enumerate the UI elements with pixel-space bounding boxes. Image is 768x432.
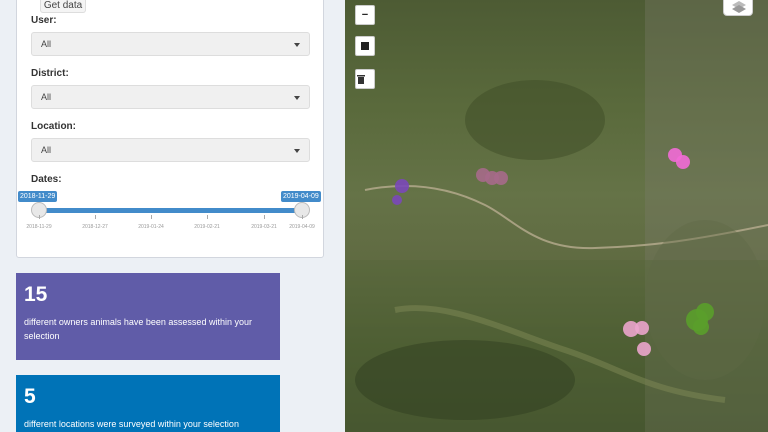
zoom-out-button[interactable]: − [355,5,375,25]
user-label: User: [31,15,57,26]
dashboard: Get data User: All District: All Locatio… [0,0,768,432]
map-marker[interactable] [676,155,690,169]
slider-tick-label: 2019-03-21 [251,224,277,230]
chevron-down-icon [294,96,300,100]
slider-tick-label: 2018-11-29 [26,224,52,230]
owners-count: 15 [24,283,48,306]
map-marker[interactable] [637,342,651,356]
slider-tick [264,215,265,219]
slider-tick-label: 2019-04-09 [289,224,315,230]
slider-tick [302,215,303,219]
zoom-out-icon: − [361,9,369,21]
map-marker[interactable] [494,171,508,185]
slider-from-label: 2018-11-29 [18,191,58,202]
owners-value-box: 15 different owners animals have been as… [16,273,280,360]
slider-tick-label: 2019-02-21 [194,224,220,230]
map-marker[interactable] [693,319,709,335]
map-imagery [345,0,768,432]
slider-to-label: 2019-04-09 [281,191,321,202]
delete-button[interactable] [355,69,375,89]
slider-tick [207,215,208,219]
map-marker[interactable] [696,303,714,321]
map-marker[interactable] [392,195,402,205]
map-marker[interactable] [395,179,409,193]
locations-value-box: 5 different locations were surveyed with… [16,375,280,432]
date-slider-track[interactable] [38,208,302,213]
dates-label: Dates: [31,174,62,185]
location-select[interactable]: All [31,138,310,162]
slider-tick-label: 2018-12-27 [82,224,108,230]
slider-tick-label: 2019-01-24 [138,224,164,230]
chevron-down-icon [294,43,300,47]
owners-description: different owners animals have been asses… [24,317,252,341]
chevron-down-icon [294,149,300,153]
slider-tick [39,215,40,219]
satellite-map[interactable]: − [345,0,768,432]
get-data-button[interactable]: Get data [40,0,86,13]
locations-description: different locations were surveyed within… [24,419,239,429]
location-select-value: All [41,145,52,155]
district-select[interactable]: All [31,85,310,109]
district-label: District: [31,68,69,79]
layers-icon [732,1,746,13]
map-marker[interactable] [635,321,649,335]
locations-count: 5 [24,385,36,408]
user-select[interactable]: All [31,32,310,56]
slider-tick [95,215,96,219]
trash-icon [357,75,365,84]
slider-tick [151,215,152,219]
layers-button[interactable] [723,0,753,16]
user-select-value: All [41,39,52,49]
location-label: Location: [31,121,76,132]
draw-rectangle-button[interactable] [355,36,375,56]
district-select-value: All [41,92,52,102]
stop-square-icon [361,42,369,50]
